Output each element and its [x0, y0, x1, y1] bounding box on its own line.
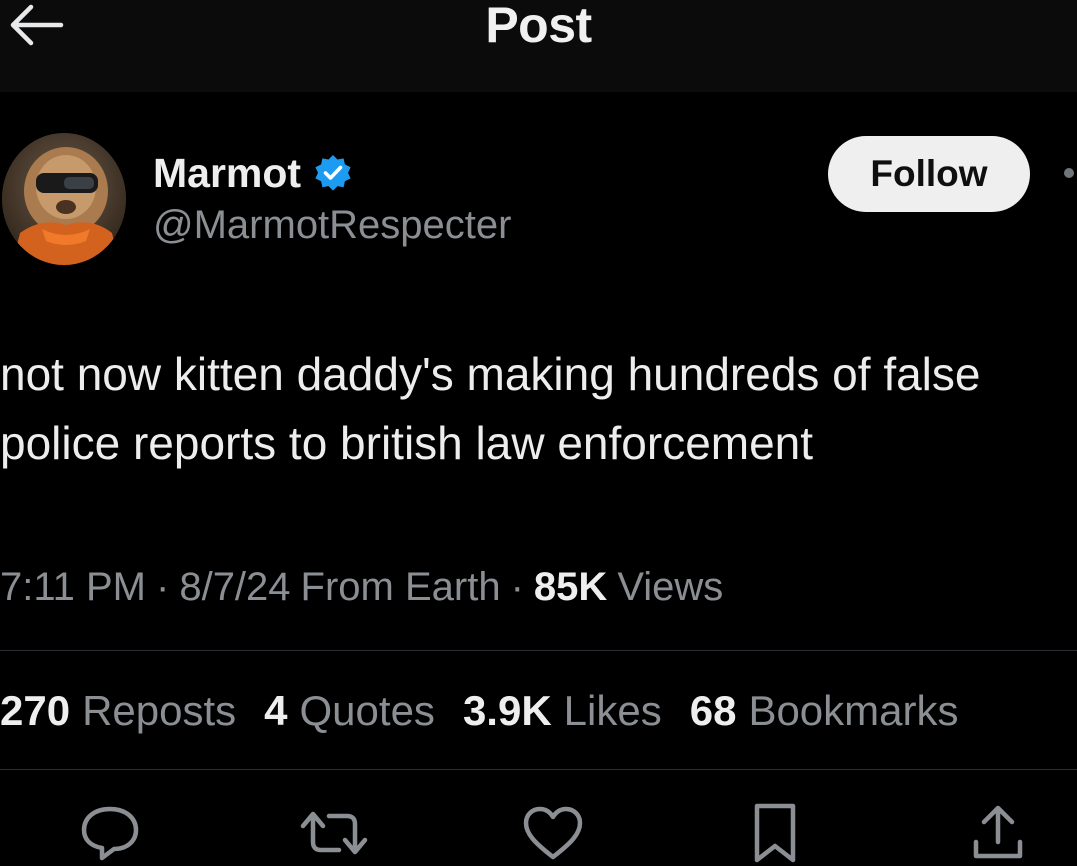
bookmark-button[interactable] — [737, 800, 813, 866]
reposts-label: Reposts — [82, 687, 237, 734]
post-date[interactable]: 8/7/24 — [179, 565, 290, 610]
likes-count: 3.9K — [462, 687, 552, 734]
reposts-count: 270 — [0, 687, 71, 734]
share-button[interactable] — [960, 800, 1036, 866]
bookmarks-label: Bookmarks — [748, 687, 959, 734]
author-handle[interactable]: @MarmotRespecter — [153, 203, 511, 248]
avatar[interactable] — [2, 133, 126, 265]
more-options-icon[interactable] — [1064, 168, 1074, 178]
reposts-stat[interactable]: 270 Reposts — [0, 687, 236, 735]
meta-separator: · — [156, 564, 170, 609]
verified-badge-icon — [315, 155, 351, 191]
post-location: From Earth — [300, 564, 501, 609]
post-page: Post Marmot @MarmotRespecter Follow not … — [0, 0, 1077, 866]
author-name-row[interactable]: Marmot — [153, 148, 353, 198]
bookmark-icon — [754, 803, 796, 863]
likes-label: Likes — [563, 687, 662, 734]
repost-icon — [300, 811, 368, 855]
like-button[interactable] — [515, 800, 591, 866]
bookmarks-stat[interactable]: 68 Bookmarks — [690, 687, 959, 735]
marmot-avatar-image — [2, 133, 126, 265]
quotes-label: Quotes — [299, 687, 435, 734]
author-name[interactable]: Marmot — [153, 150, 301, 197]
post-time[interactable]: 7:11 PM — [0, 565, 146, 610]
quotes-count: 4 — [264, 687, 288, 734]
like-icon — [523, 806, 583, 860]
views-count: 85K — [533, 564, 608, 609]
quotes-stat[interactable]: 4 Quotes — [264, 687, 435, 735]
repost-button[interactable] — [296, 800, 372, 866]
share-icon — [973, 805, 1023, 859]
views-label: Views — [617, 564, 724, 609]
divider — [0, 769, 1077, 770]
post-meta: 7:11 PM · 8/7/24 From Earth · 85K Views — [0, 562, 723, 612]
page-title: Post — [485, 0, 592, 53]
reply-button[interactable] — [72, 800, 148, 866]
likes-stat[interactable]: 3.9K Likes — [463, 687, 662, 735]
follow-button[interactable]: Follow — [828, 136, 1030, 212]
bookmarks-count: 68 — [689, 687, 737, 734]
top-bar: Post — [0, 0, 1077, 92]
meta-separator: · — [510, 564, 524, 609]
reply-icon — [81, 806, 139, 861]
divider — [0, 650, 1077, 651]
engagement-stats: 270 Reposts 4 Quotes 3.9K Likes 68 Bookm… — [0, 686, 987, 736]
post-text: not now kitten daddy's making hundreds o… — [0, 348, 981, 469]
